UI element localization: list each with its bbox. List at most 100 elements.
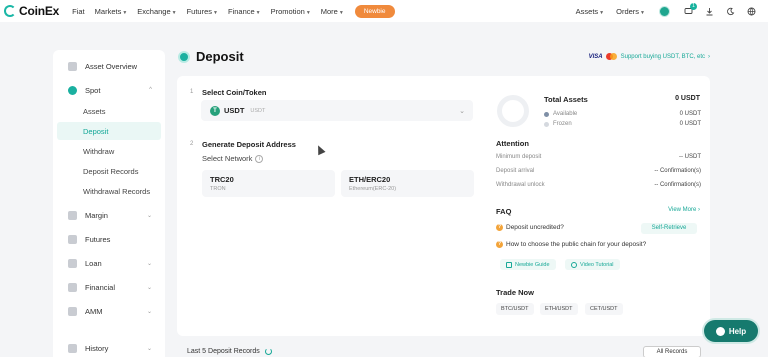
info-icon[interactable]: i <box>255 154 264 163</box>
newbie-button[interactable]: Newbie <box>354 4 395 18</box>
sidebar-item-history[interactable]: History ⌄ <box>53 338 165 357</box>
min-deposit-row: Minimum deposit -- USDT <box>496 154 701 160</box>
chevron-down-icon: ⌄ <box>146 284 152 291</box>
newbie-guide-button[interactable]: Newbie Guide <box>500 259 556 270</box>
coin-select-dropdown[interactable]: T USDT USDT ⌄ <box>201 100 473 121</box>
page-title: Deposit <box>196 49 244 64</box>
nav-markets[interactable]: Markets▼ <box>95 7 128 16</box>
chevron-down-icon: ▼ <box>171 9 177 16</box>
nav-finance[interactable]: Finance▼ <box>228 7 261 16</box>
view-more-link[interactable]: View More › <box>668 207 700 213</box>
select-network-label: Select Network i <box>202 154 264 163</box>
download-icon[interactable] <box>705 7 714 16</box>
sidebar-subitem-assets[interactable]: Assets <box>57 102 161 120</box>
asset-sidebar: Asset Overview Spot ^ Assets Deposit Wit… <box>53 50 165 357</box>
page-header: Deposit <box>178 49 244 64</box>
sidebar-item-margin[interactable]: Margin ⌄ <box>53 205 165 225</box>
total-assets-label: Total Assets <box>544 95 588 104</box>
all-records-button[interactable]: All Records <box>643 346 701 357</box>
nav-exchange[interactable]: Exchange▼ <box>137 7 176 16</box>
trade-now-title: Trade Now <box>496 288 534 297</box>
sidebar-item-financial[interactable]: Financial ⌄ <box>53 277 165 297</box>
chevron-down-icon: ⌄ <box>146 345 152 352</box>
spot-icon <box>68 85 77 95</box>
coinex-logo-icon <box>4 5 16 17</box>
sidebar-subitem-deposit-records[interactable]: Deposit Records <box>57 162 161 180</box>
theme-moon-icon[interactable] <box>726 7 735 16</box>
language-globe-icon[interactable] <box>747 7 756 16</box>
sidebar-item-amm[interactable]: AMM ⌄ <box>53 301 165 321</box>
main-nav: Fiat Markets▼ Exchange▼ Futures▼ Finance… <box>67 4 395 18</box>
sidebar-item-spot[interactable]: Spot ^ <box>53 80 165 100</box>
notification-icon[interactable]: 1 <box>684 2 697 16</box>
sidebar-item-loan[interactable]: Loan ⌄ <box>53 253 165 273</box>
futures-icon <box>68 234 77 244</box>
financial-icon <box>68 282 77 292</box>
refresh-icon[interactable] <box>264 348 272 355</box>
chevron-down-icon: ▼ <box>122 9 128 16</box>
available-row: Available 0 USDT <box>544 111 701 117</box>
nav-fiat[interactable]: Fiat <box>72 7 85 16</box>
nav-more[interactable]: More▼ <box>321 7 344 16</box>
history-icon <box>68 343 77 353</box>
step-number: 1 <box>190 89 194 95</box>
loan-icon <box>68 258 77 268</box>
chevron-down-icon: ⌄ <box>459 107 465 115</box>
chevron-up-icon: ^ <box>149 87 152 93</box>
chevron-down-icon: ▼ <box>305 9 311 16</box>
total-assets-value: 0 USDT <box>675 95 700 102</box>
chevron-down-icon: ▼ <box>255 9 261 16</box>
deposit-card: 1 Select Coin/Token T USDT USDT ⌄ 2 Gene… <box>177 76 710 336</box>
help-button[interactable]: Help <box>704 320 758 342</box>
sidebar-item-futures[interactable]: Futures <box>53 229 165 249</box>
video-tutorial-button[interactable]: Video Tutorial <box>565 259 620 270</box>
pair-cet-usdt[interactable]: CET/USDT <box>585 303 623 315</box>
self-retrieve-button[interactable]: Self-Retrieve <box>641 223 697 234</box>
step-title: Select Coin/Token <box>202 88 267 97</box>
sidebar-item-asset-overview[interactable]: Asset Overview <box>53 56 165 76</box>
chevron-down-icon: ▼ <box>338 9 344 16</box>
nav-orders[interactable]: Orders▼ <box>616 7 645 16</box>
amm-icon <box>68 306 77 316</box>
chevron-down-icon: ⌄ <box>146 260 152 267</box>
assets-donut-chart <box>497 95 529 127</box>
faq-deposit-uncredited[interactable]: ? Deposit uncredited? <box>496 224 564 231</box>
last-deposit-records-title: Last 5 Deposit Records <box>187 348 272 355</box>
top-navbar: CoinEx Fiat Markets▼ Exchange▼ Futures▼ … <box>0 0 768 22</box>
help-chat-icon <box>715 326 725 336</box>
nav-futures[interactable]: Futures▼ <box>187 7 218 16</box>
mastercard-logo <box>605 53 617 60</box>
book-icon <box>506 261 512 268</box>
sidebar-subitem-withdraw[interactable]: Withdraw <box>57 142 161 160</box>
faq-choose-chain[interactable]: ? How to choose the public chain for you… <box>496 241 646 248</box>
nav-promotion[interactable]: Promotion▼ <box>271 7 311 16</box>
step-title: Generate Deposit Address <box>202 140 296 149</box>
deposit-icon <box>178 50 190 63</box>
chevron-down-icon: ▼ <box>599 9 605 16</box>
question-icon: ? <box>496 224 503 231</box>
pair-eth-usdt[interactable]: ETH/USDT <box>540 303 578 315</box>
sidebar-subitem-withdrawal-records[interactable]: Withdrawal Records <box>57 182 161 200</box>
pair-btc-usdt[interactable]: BTC/USDT <box>496 303 534 315</box>
coinex-logo[interactable]: CoinEx <box>4 4 59 18</box>
chevron-right-icon: › <box>708 53 710 60</box>
chevron-down-icon: ▼ <box>213 9 218 16</box>
faq-title: FAQ <box>496 207 512 216</box>
buy-crypto-link[interactable]: VISA Support buying USDT, BTC, etc › <box>589 53 710 60</box>
chevron-down-icon: ⌄ <box>146 308 152 315</box>
attention-title: Attention <box>496 139 529 148</box>
margin-icon <box>68 210 77 220</box>
network-option-trc20[interactable]: TRC20 TRON <box>202 170 335 197</box>
sidebar-subitem-deposit[interactable]: Deposit <box>57 122 161 140</box>
question-icon: ? <box>496 241 503 248</box>
deposit-arrival-row: Deposit arrival -- Confirmation(s) <box>496 168 701 174</box>
chevron-down-icon: ⌄ <box>146 212 152 219</box>
available-dot <box>544 111 549 117</box>
withdrawal-unlock-row: Withdrawal unlock -- Confirmation(s) <box>496 182 701 188</box>
play-icon <box>571 261 577 268</box>
user-avatar[interactable] <box>659 5 670 17</box>
network-option-erc20[interactable]: ETH/ERC20 Ethereum(ERC-20) <box>341 170 474 197</box>
nav-assets[interactable]: Assets▼ <box>576 7 604 16</box>
asset-overview-icon <box>68 61 77 71</box>
usdt-coin-icon: T <box>210 105 220 116</box>
